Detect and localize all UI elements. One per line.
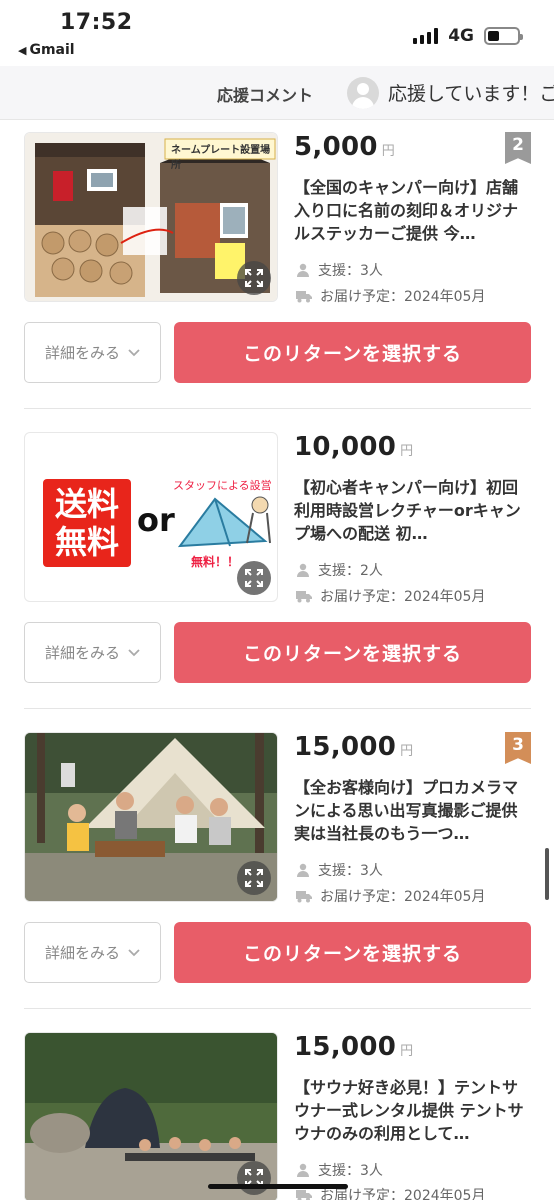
expand-icon[interactable] bbox=[237, 1161, 271, 1195]
or-text: or bbox=[137, 501, 175, 539]
reward-price: 5,000 円 bbox=[294, 132, 395, 162]
back-arrow-icon: ◀ bbox=[18, 43, 27, 57]
delivery-text: お届け予定：2024年05月 bbox=[320, 889, 486, 905]
detail-button-label: 詳細をみる bbox=[44, 944, 120, 962]
free-shipping-line1: 送料 bbox=[54, 485, 119, 523]
supporters-text: 支援：3人 bbox=[318, 263, 383, 279]
expand-icon[interactable] bbox=[237, 561, 271, 595]
supporters-count: 支援：3人 bbox=[296, 860, 383, 880]
reward-price: 15,000 円 bbox=[294, 1032, 413, 1062]
divider bbox=[24, 408, 531, 409]
scrollbar[interactable] bbox=[545, 848, 549, 900]
supporters-text: 支援：2人 bbox=[318, 563, 383, 579]
delivery-date: お届け予定：2024年05月 bbox=[296, 586, 485, 606]
rank-badge: 2 bbox=[505, 132, 531, 164]
supporters-count: 支援：2人 bbox=[296, 560, 383, 580]
delivery-date: お届け予定：2024年05月 bbox=[296, 886, 485, 906]
chevron-down-icon bbox=[128, 348, 140, 356]
detail-button[interactable]: 詳細をみる bbox=[24, 322, 161, 383]
free-shipping-badge: 送料 無料 bbox=[43, 479, 131, 567]
free-text: 無料！！ bbox=[191, 555, 240, 569]
expand-icon[interactable] bbox=[237, 261, 271, 295]
reward-image[interactable]: 送料 無料 or スタッフによる設営 無料！！ bbox=[24, 432, 278, 602]
person-icon bbox=[297, 863, 309, 877]
supporters-count: 支援：3人 bbox=[296, 1160, 383, 1180]
price-unit: 円 bbox=[381, 144, 396, 159]
reward-price: 10,000 円 bbox=[294, 432, 413, 462]
person-icon bbox=[297, 563, 309, 577]
truck-icon bbox=[296, 290, 312, 302]
detail-button[interactable]: 詳細をみる bbox=[24, 622, 161, 683]
price-value: 15,000 bbox=[294, 1032, 397, 1062]
back-app-label: Gmail bbox=[29, 42, 75, 58]
support-comment-label: 応援コメント bbox=[217, 86, 314, 105]
select-reward-button[interactable]: このリターンを選択する bbox=[174, 622, 531, 683]
battery-icon bbox=[484, 27, 523, 45]
detail-button-label: 詳細をみる bbox=[44, 644, 120, 662]
status-indicators: 4G bbox=[413, 26, 523, 46]
supporters-text: 支援：3人 bbox=[318, 863, 383, 879]
price-unit: 円 bbox=[400, 744, 414, 759]
divider bbox=[24, 1008, 531, 1009]
tent-illustration-icon bbox=[177, 496, 271, 548]
detail-button[interactable]: 詳細をみる bbox=[24, 922, 161, 983]
status-bar: 17:52 ◀ Gmail 4G bbox=[0, 0, 554, 66]
avatar bbox=[347, 77, 379, 109]
price-unit: 円 bbox=[400, 1044, 414, 1059]
supporters-count: 支援：3人 bbox=[296, 260, 383, 280]
person-icon bbox=[297, 263, 309, 277]
signal-icon bbox=[413, 28, 439, 44]
reward-price: 15,000 円 bbox=[294, 732, 413, 762]
reward-image[interactable] bbox=[24, 1032, 278, 1200]
supporters-text: 支援：3人 bbox=[318, 1163, 383, 1179]
delivery-text: お届け予定：2024年05月 bbox=[320, 589, 486, 605]
truck-icon bbox=[296, 590, 312, 602]
truck-icon bbox=[296, 1189, 312, 1200]
divider bbox=[24, 708, 531, 709]
chevron-down-icon bbox=[128, 648, 140, 656]
person-icon bbox=[297, 1163, 309, 1177]
image-caption: ネームプレート設置場所 bbox=[171, 145, 271, 171]
select-reward-button[interactable]: このリターンを選択する bbox=[174, 322, 531, 383]
price-unit: 円 bbox=[400, 444, 414, 459]
back-to-app-link[interactable]: ◀ Gmail bbox=[18, 42, 75, 58]
price-value: 5,000 bbox=[294, 132, 378, 162]
latest-comment-text: 応援しています！ご bbox=[388, 83, 554, 105]
reward-title[interactable]: 【初心者キャンパー向け】初回利用時設営レクチャーorキャンプ場への配送 初… bbox=[294, 476, 526, 545]
detail-button-label: 詳細をみる bbox=[44, 344, 120, 362]
delivery-text: お届け予定：2024年05月 bbox=[320, 289, 486, 305]
delivery-date: お届け予定：2024年05月 bbox=[296, 286, 485, 306]
home-indicator[interactable] bbox=[208, 1184, 348, 1189]
reward-title[interactable]: 【全国のキャンパー向け】店舗入り口に名前の刻印＆オリジナルステッカーご提供 今… bbox=[294, 176, 526, 245]
network-label: 4G bbox=[448, 26, 474, 46]
reward-image[interactable]: ネームプレート設置場所 bbox=[24, 132, 278, 302]
reward-title[interactable]: 【サウナ好き必見！】テントサウナー式レンタル提供 テントサウナのみの利用として… bbox=[294, 1076, 526, 1145]
reward-image[interactable] bbox=[24, 732, 278, 902]
select-reward-button[interactable]: このリターンを選択する bbox=[174, 922, 531, 983]
rank-badge: 3 bbox=[505, 732, 531, 764]
price-value: 15,000 bbox=[294, 732, 397, 762]
status-time: 17:52 bbox=[60, 10, 133, 35]
support-comment-bar[interactable]: 応援コメント 応援しています！ご bbox=[0, 66, 554, 120]
price-value: 10,000 bbox=[294, 432, 397, 462]
free-shipping-line2: 無料 bbox=[54, 523, 119, 561]
reward-title[interactable]: 【全お客様向け】プロカメラマンによる思い出写真撮影ご提供 実は当社長のもう一つ… bbox=[294, 776, 526, 845]
truck-icon bbox=[296, 890, 312, 902]
expand-icon[interactable] bbox=[237, 861, 271, 895]
chevron-down-icon bbox=[128, 948, 140, 956]
